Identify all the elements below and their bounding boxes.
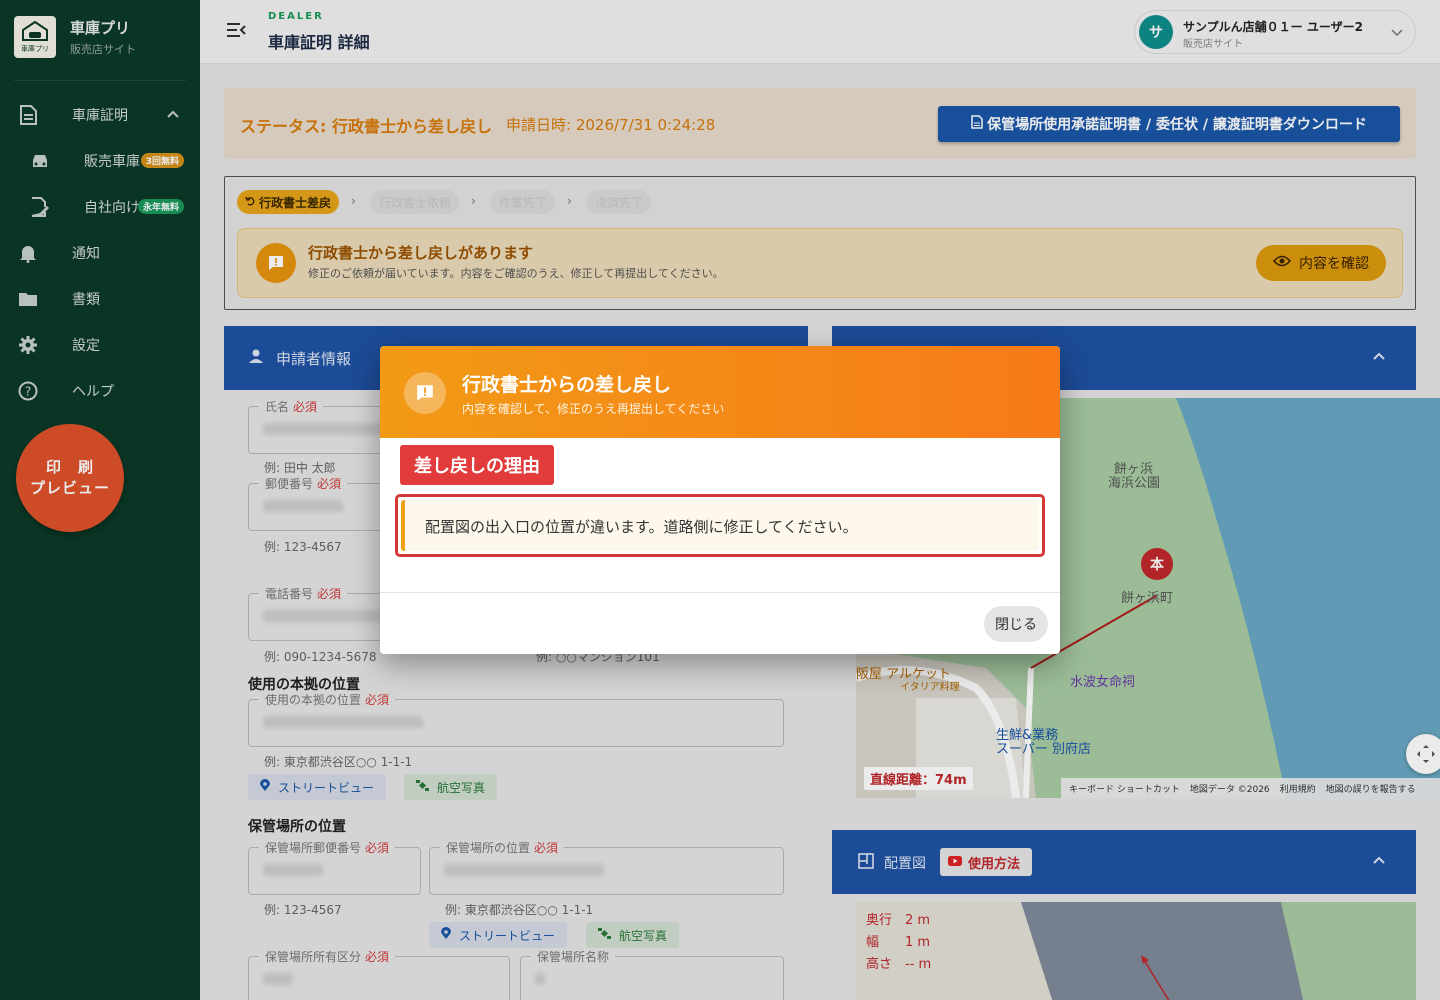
reason-box: 配置図の出入口の位置が違います。道路側に修正してください。 — [395, 494, 1045, 557]
reason-heading: 差し戻しの理由 — [400, 445, 554, 485]
dialog-title: 行政書士からの差し戻し — [462, 374, 672, 396]
dialog-divider — [380, 592, 1060, 593]
dialog-subtitle: 内容を確認して、修正のうえ再提出してください — [462, 402, 725, 416]
dialog-header: 行政書士からの差し戻し 内容を確認して、修正のうえ再提出してください — [380, 346, 1060, 438]
alert-message-icon — [404, 372, 446, 414]
close-button[interactable]: 閉じる — [984, 606, 1048, 642]
reason-text: 配置図の出入口の位置が違います。道路側に修正してください。 — [425, 518, 858, 536]
return-reason-dialog: 行政書士からの差し戻し 内容を確認して、修正のうえ再提出してください 差し戻しの… — [380, 346, 1060, 654]
